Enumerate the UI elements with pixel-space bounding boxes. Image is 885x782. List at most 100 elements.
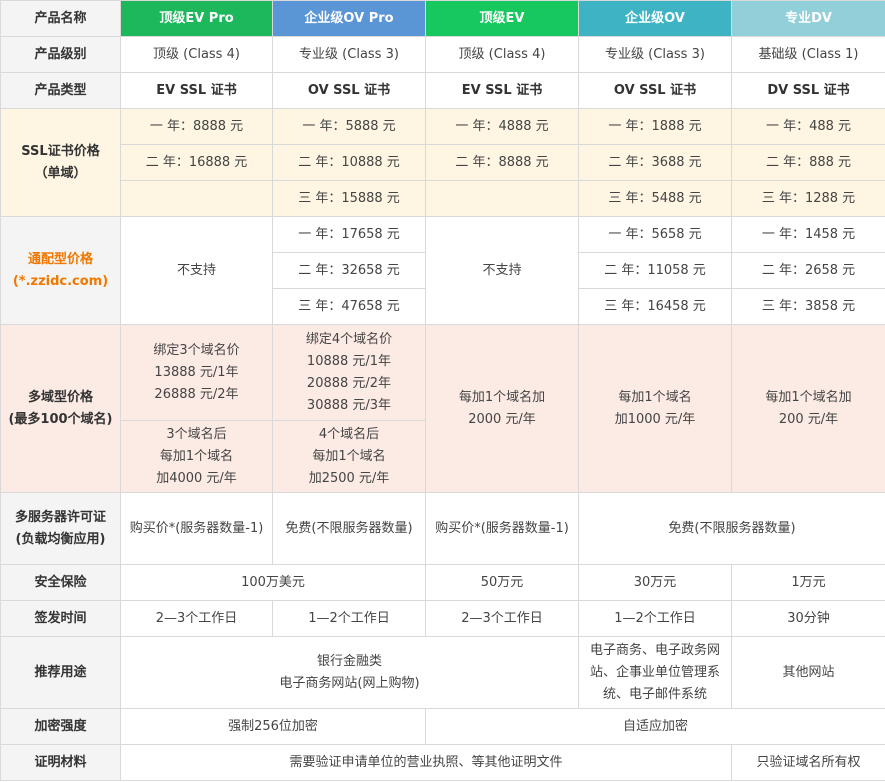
price-cell: 一 年：488 元 [731,108,885,145]
multidomain-label-line2: (最多100个域名) [8,411,113,427]
ssl-comparison-table: 产品名称 顶级EV Pro 企业级OV Pro 顶级EV 企业级OV 专业DV … [0,0,885,781]
text-line: 30888 元/3年 [306,397,392,413]
text-line: 26888 元/2年 [154,386,239,402]
text-line: 银行金融类 [316,653,382,669]
ssl-price-row: SSL证书价格 （单域） 一 年：8888 元 一 年：5888 元 一 年：4… [0,108,885,217]
servers-row: 多服务器许可证 (负载均衡应用) 购买价*(服务器数量-1) 免费(不限服务器数… [0,492,885,565]
text-line: 20888 元/2年 [306,375,392,391]
header-row: 产品名称 顶级EV Pro 企业级OV Pro 顶级EV 企业级OV 专业DV [0,0,885,37]
text-line: 2000 元/年 [468,411,536,427]
product-header-dv: 专业DV [731,0,885,37]
row-label-level: 产品级别 [0,36,121,73]
issue-cell: 30分钟 [731,600,885,637]
level-cell: 基础级 (Class 1) [731,36,885,73]
text-line: 200 元/年 [778,411,839,427]
encryption-cell: 强制256位加密 [120,708,426,745]
encryption-cell: 自适应加密 [425,708,885,745]
price-cell: 二 年：8888 元 [425,144,579,181]
multidomain-dv: 每加1个域名加 200 元/年 [731,324,885,493]
servers-cell: 购买价*(服务器数量-1) [120,492,273,565]
insurance-cell: 30万元 [578,564,732,601]
level-cell: 专业级 (Class 3) [578,36,732,73]
price-cell [425,180,579,217]
wildcard-not-supported: 不支持 [120,216,273,325]
insurance-row: 安全保险 100万美元 50万元 30万元 1万元 [0,564,885,601]
issue-cell: 2—3个工作日 [425,600,579,637]
type-cell: OV SSL 证书 [272,72,426,109]
docs-cell: 只验证域名所有权 [731,744,885,781]
ssl-price-row: 二 年：16888 元 二 年：10888 元 二 年：8888 元 二 年：3… [1,144,885,181]
wildcard-label-line1: 通配型价格 [27,251,93,267]
price-cell: 二 年：16888 元 [120,144,273,181]
product-header-ov: 企业级OV [578,0,732,37]
text-line: 每加1个域名 [312,448,386,464]
product-header-ov-pro: 企业级OV Pro [272,0,426,37]
type-cell: OV SSL 证书 [578,72,732,109]
price-cell: 一 年：1888 元 [578,108,732,145]
price-cell: 一 年：8888 元 [120,108,273,145]
multidomain-label-line1: 多域型价格 [27,389,93,405]
text-line: 绑定3个域名价 [153,342,240,358]
wildcard-not-supported: 不支持 [425,216,579,325]
row-label-encryption: 加密强度 [0,708,121,745]
issue-cell: 1—2个工作日 [272,600,426,637]
price-cell: 一 年：17658 元 [272,216,426,253]
insurance-cell: 1万元 [731,564,885,601]
row-label-multidomain: 多域型价格 (最多100个域名) [0,324,121,493]
product-header-ev-pro: 顶级EV Pro [120,0,273,37]
docs-cell: 需要验证申请单位的营业执照、等其他证明文件 [120,744,732,781]
text-line: 每加1个域名 [159,448,234,464]
price-cell: 一 年：1458 元 [731,216,885,253]
row-label-insurance: 安全保险 [0,564,121,601]
ssl-price-label-line2: （单域） [34,165,87,181]
row-label-servers: 多服务器许可证 (负载均衡应用) [0,492,121,565]
level-cell: 顶级 (Class 4) [425,36,579,73]
price-cell: 三 年：16458 元 [578,288,732,325]
price-cell [120,180,273,217]
multidomain-ev: 每加1个域名加 2000 元/年 [425,324,579,493]
text-line: 3个域名后 [166,426,227,442]
text-line: 绑定4个域名价 [305,331,393,347]
servers-cell: 免费(不限服务器数量) [578,492,885,565]
insurance-cell: 50万元 [425,564,579,601]
price-cell: 三 年：15888 元 [272,180,426,217]
servers-label-line2: (负载均衡应用) [15,531,106,547]
price-cell: 二 年：3688 元 [578,144,732,181]
text-line: 加2500 元/年 [308,470,390,486]
price-cell: 二 年：11058 元 [578,252,732,289]
multidomain-ov-pro-base: 绑定4个域名价 10888 元/1年 20888 元/2年 30888 元/3年 [272,324,426,421]
multidomain-row: 多域型价格 (最多100个域名) 绑定3个域名价 13888 元/1年 2688… [0,324,885,493]
multidomain-ev-pro-extra: 3个域名后 每加1个域名 加4000 元/年 [120,420,273,493]
issue-cell: 1—2个工作日 [578,600,732,637]
text-line: 电子商务、电子政务网 [589,642,720,658]
price-cell: 一 年：5658 元 [578,216,732,253]
multidomain-ov: 每加1个域名 加1000 元/年 [578,324,732,493]
row-label-type: 产品类型 [0,72,121,109]
price-cell: 二 年：888 元 [731,144,885,181]
multidomain-ov-pro-extra: 4个域名后 每加1个域名 加2500 元/年 [272,420,426,493]
text-line: 每加1个域名 [618,389,692,405]
price-cell: 二 年：2658 元 [731,252,885,289]
issue-cell: 2—3个工作日 [120,600,273,637]
servers-cell: 购买价*(服务器数量-1) [425,492,579,565]
encryption-row: 加密强度 强制256位加密 自适应加密 [0,708,885,745]
price-cell: 二 年：10888 元 [272,144,426,181]
type-row: 产品类型 EV SSL 证书 OV SSL 证书 EV SSL 证书 OV SS… [0,72,885,109]
usage-row: 推荐用途 银行金融类 电子商务网站(网上购物) 电子商务、电子政务网 站、企事业… [0,636,885,709]
multidomain-ev-pro-base: 绑定3个域名价 13888 元/1年 26888 元/2年 [120,324,273,421]
row-label-issue: 签发时间 [0,600,121,637]
price-cell: 二 年：32658 元 [272,252,426,289]
text-line: 电子商务网站(网上购物) [279,675,420,691]
text-line: 统、电子邮件系统 [602,686,707,702]
text-line: 加4000 元/年 [156,470,237,486]
usage-cell-main: 银行金融类 电子商务网站(网上购物) [120,636,579,709]
text-line: 13888 元/1年 [154,364,239,380]
text-line: 4个域名后 [318,426,380,442]
text-line: 每加1个域名加 [458,389,546,405]
usage-cell-ov: 电子商务、电子政务网 站、企事业单位管理系 统、电子邮件系统 [578,636,732,709]
row-label-docs: 证明材料 [0,744,121,781]
row-label-wildcard: 通配型价格 (*.zzidc.com) [0,216,121,325]
servers-cell: 免费(不限服务器数量) [272,492,426,565]
level-row: 产品级别 顶级 (Class 4) 专业级 (Class 3) 顶级 (Clas… [0,36,885,73]
ssl-price-row: 三 年：15888 元 三 年：5488 元 三 年：1288 元 [1,180,885,217]
